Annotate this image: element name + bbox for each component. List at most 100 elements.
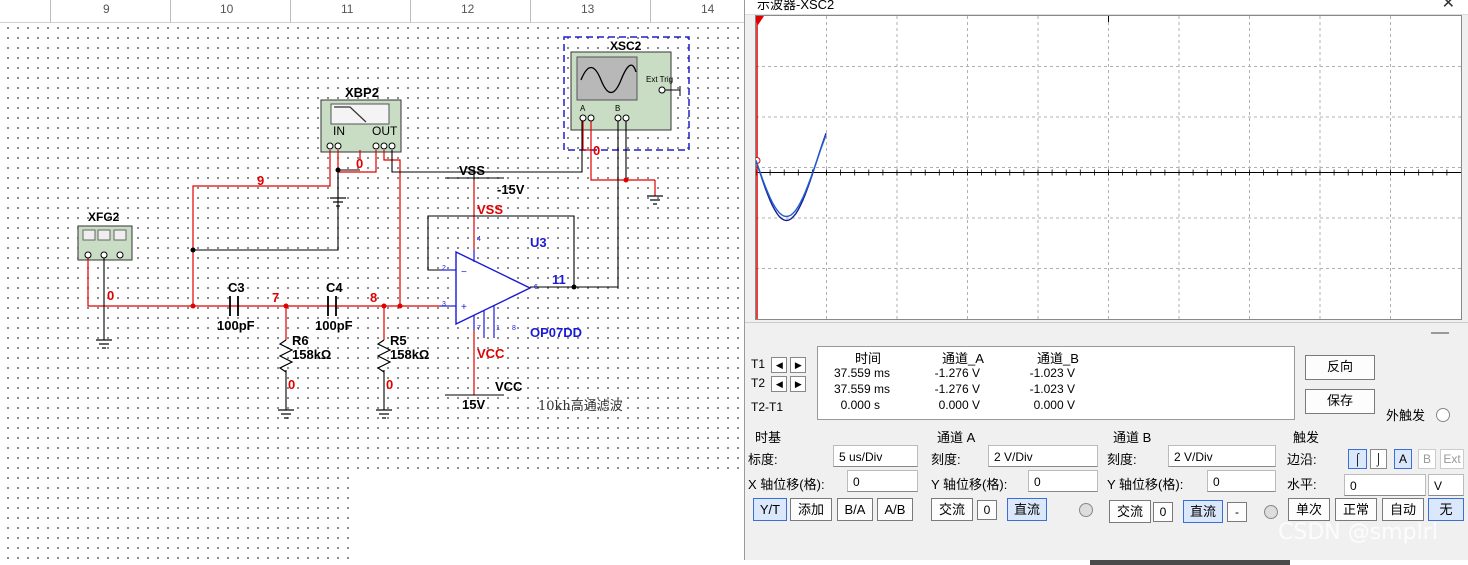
channel-b-scale-field[interactable]: 2 V/Div	[1168, 445, 1276, 467]
net-label: 0	[288, 377, 296, 392]
net-label: 8	[370, 290, 378, 305]
channel-a-zero-button[interactable]: 0	[977, 500, 997, 520]
scope-label: XSC2	[610, 39, 642, 53]
pin-label: 1	[496, 325, 500, 332]
trigger-level-field[interactable]: 0	[1344, 474, 1426, 496]
vss-source-label: VSS	[459, 163, 486, 178]
channel-a-scale-label: 刻度:	[931, 452, 961, 467]
rising-edge-icon[interactable]: ⌠	[1348, 449, 1367, 469]
add-mode-button[interactable]: 添加	[790, 498, 832, 521]
meas-header-cha: 通道_A	[942, 351, 984, 366]
bode-in-label: IN	[333, 124, 345, 138]
ext-trigger-terminal[interactable]	[1436, 408, 1450, 422]
trigger-source-ext-button[interactable]: Ext	[1440, 449, 1464, 469]
trigger-auto-button[interactable]: 自动	[1382, 498, 1424, 521]
function-generator-label: XFG2	[88, 210, 120, 224]
cursor-t1-right-button[interactable]: ▶	[790, 357, 807, 373]
cursor-t1-row: T1 ◀ ▶	[751, 357, 807, 373]
circuit-note: 10kh高通滤波	[538, 399, 623, 414]
ext-trig-label: Ext Trig	[646, 75, 674, 84]
scope-title-bar[interactable]: 示波器-XSC2 ✕	[745, 0, 1468, 15]
vcc-value-label: 15V	[462, 397, 486, 412]
trigger-none-button[interactable]: 无	[1428, 498, 1464, 521]
cursor-t2-right-button[interactable]: ▶	[790, 376, 807, 392]
channel-a-trace	[756, 133, 827, 222]
trigger-source-a-button[interactable]: A	[1394, 449, 1412, 469]
opamp-ref-label: U3	[530, 235, 547, 250]
trigger-level-label: 水平:	[1287, 477, 1317, 492]
opamp-part-label: OP07DD	[530, 325, 583, 340]
channel-a-ypos-field[interactable]: 0	[1028, 470, 1098, 492]
trigger-single-button[interactable]: 单次	[1288, 498, 1330, 521]
capacitor-ref-label: C4	[326, 280, 343, 295]
timebase-xpos-label: X 轴位移(格):	[748, 477, 825, 492]
close-icon[interactable]: ✕	[1442, 0, 1455, 13]
meas-cell: -1.023 V	[1029, 382, 1075, 396]
falling-edge-icon[interactable]: ⌡	[1370, 449, 1387, 469]
vss-value-label: -15V	[497, 182, 525, 197]
channel-b-minus-button[interactable]: -	[1227, 502, 1247, 522]
cursor-diff-label: T2-T1	[751, 400, 784, 414]
pin-label: 3	[442, 301, 446, 308]
cursor-t1-left-button[interactable]: ◀	[771, 357, 788, 373]
channel-a-ac-button[interactable]: 交流	[931, 498, 973, 521]
scope-display[interactable]	[755, 15, 1462, 320]
net-label: 0	[593, 143, 601, 158]
resize-grip[interactable]	[1431, 332, 1449, 334]
watermark: CSDN @smplrl	[1278, 520, 1438, 545]
bode-out-label: OUT	[372, 124, 398, 138]
channel-b-ypos-label: Y 轴位移(格):	[1107, 477, 1184, 492]
capacitor-ref-label: C3	[228, 280, 245, 295]
ba-mode-button[interactable]: B/A	[837, 498, 873, 521]
resistor-value-label: 158kΩ	[292, 347, 332, 362]
pin-label: 4	[477, 236, 481, 243]
pin-label: 2	[442, 265, 446, 272]
capacitor-value-label: 100pF	[315, 318, 353, 333]
resistor-ref-label: R5	[390, 333, 407, 348]
trigger-normal-button[interactable]: 正常	[1335, 498, 1377, 521]
timebase-xpos-field[interactable]: 0	[847, 470, 918, 492]
net-label: 0	[356, 156, 364, 171]
vcc-source-label: VCC	[495, 379, 523, 394]
channel-b-trace	[756, 134, 827, 218]
scope-b-label: B	[615, 104, 621, 113]
oscilloscope-window: 示波器-XSC2 ✕ T1 ◀ ▶ T2 ◀ ▶ T2-T1 时间 通道_A 通道_…	[744, 0, 1468, 560]
scope-title: 示波器-XSC2	[757, 0, 835, 12]
ab-mode-button[interactable]: A/B	[877, 498, 913, 521]
scope-graph	[756, 16, 1461, 319]
meas-cell: 37.559 ms	[833, 382, 890, 396]
channel-b-terminal[interactable]	[1264, 505, 1278, 519]
channel-b-ac-button[interactable]: 交流	[1109, 500, 1151, 523]
cursor-t2-left-button[interactable]: ◀	[771, 376, 788, 392]
channel-b-dc-button[interactable]: 直流	[1183, 500, 1223, 523]
meas-cell: 0.000 s	[840, 398, 880, 412]
cursor-diff-row: T2-T1	[751, 400, 783, 416]
channel-b-ypos-field[interactable]: 0	[1207, 470, 1276, 492]
trigger-level-unit[interactable]: V	[1428, 474, 1464, 496]
resistor-ref-label: R6	[292, 333, 309, 348]
yt-mode-button[interactable]: Y/T	[753, 498, 787, 521]
reverse-button[interactable]: 反向	[1305, 355, 1375, 380]
measurement-table: 时间 通道_A 通道_B 37.559 ms -1.276 V -1.023 V…	[817, 346, 1295, 420]
channel-a-scale-field[interactable]: 2 V/Div	[988, 445, 1098, 467]
trigger-source-b-button[interactable]: B	[1418, 449, 1436, 469]
net-label: 7	[272, 290, 280, 305]
resistor-value-label: 158kΩ	[390, 347, 430, 362]
panel-divider	[745, 322, 1468, 323]
pin-label: 7	[477, 325, 481, 332]
channel-a-dc-button[interactable]: 直流	[1007, 498, 1047, 521]
meas-cell: -1.023 V	[1029, 366, 1075, 380]
timebase-scale-field[interactable]: 5 us/Div	[833, 445, 918, 467]
meas-cell: 37.559 ms	[833, 366, 890, 380]
net-label: 11	[552, 272, 566, 287]
channel-b-title: 通道 B	[1113, 430, 1152, 445]
vcc-pin-label: VCC	[477, 346, 505, 361]
svg-text:−: −	[461, 267, 467, 278]
channel-a-ypos-label: Y 轴位移(格):	[931, 477, 1008, 492]
meas-cell: -1.276 V	[934, 382, 980, 396]
channel-a-terminal[interactable]	[1079, 503, 1093, 517]
save-button[interactable]: 保存	[1305, 389, 1375, 414]
channel-b-zero-button[interactable]: 0	[1153, 502, 1173, 522]
bode-plotter-label: XBP2	[345, 85, 379, 100]
pin-label: 6	[534, 284, 538, 291]
